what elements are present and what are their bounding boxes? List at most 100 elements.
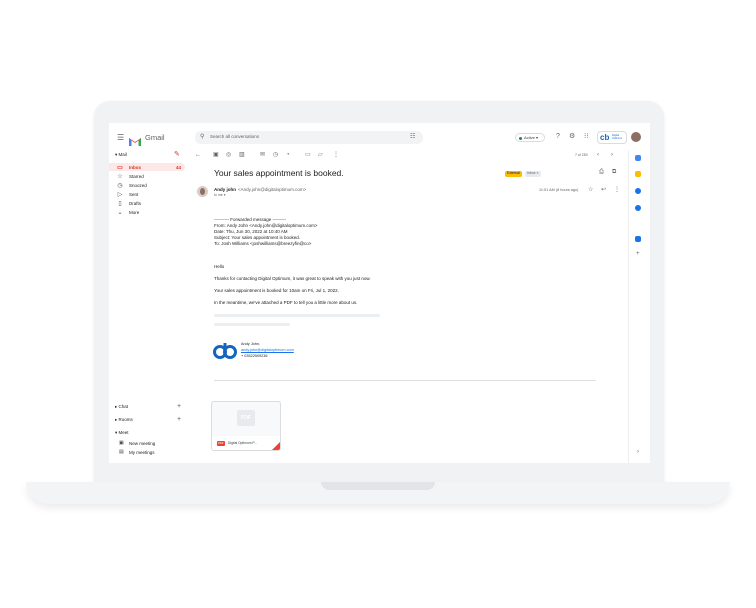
sender-avatar [197, 186, 208, 197]
forwarded-to: To: Josh Williams <joshwilliams@breezyfi… [214, 241, 312, 246]
sidebar-item-label: Drafts [129, 200, 142, 206]
brand-logo: cb Digital Optimum [597, 131, 627, 144]
draft-icon: ▯ [118, 200, 122, 207]
apps-grid-icon[interactable]: ⁝⁝ [584, 133, 588, 140]
sidebar-item-snoozed[interactable]: ◷ Snoozed [109, 181, 185, 189]
divider [214, 380, 596, 381]
email-paragraph: Thanks for contacting Digital Optimum, i… [214, 276, 371, 281]
report-spam-icon[interactable]: ◎ [226, 152, 231, 158]
attachment-card[interactable]: PDF PDF Digital Optimum P... [211, 401, 281, 451]
sidebar-item-sent[interactable]: ▷ Sent [109, 190, 185, 198]
rooms-section-label[interactable]: ▸ Rooms [115, 417, 133, 423]
sidebar-item-label: More [129, 209, 140, 215]
placeholder-line [214, 323, 290, 326]
label-external[interactable]: External [505, 171, 522, 177]
prev-icon[interactable]: ‹ [597, 152, 599, 158]
expand-panel-icon[interactable]: › [637, 449, 639, 455]
star-icon: ☆ [117, 173, 123, 180]
signature-email-link[interactable]: andy.john@digitaloptimum.com [241, 348, 294, 353]
send-icon: ▷ [117, 191, 123, 198]
sidebar-item-starred[interactable]: ☆ Starred [109, 172, 185, 180]
sidebar-item-drafts[interactable]: ▯ Drafts [109, 199, 185, 207]
addon-icon[interactable] [635, 236, 641, 242]
meet-section-label[interactable]: ▾ Meet [115, 430, 129, 436]
sidebar-item-inbox[interactable]: ▭ Inbox 44 [109, 163, 185, 171]
sender-avatar-face [200, 188, 205, 195]
add-chat-icon[interactable]: + [177, 403, 181, 410]
email-body: ---------- Forwarded message --------- F… [214, 217, 318, 247]
sidebar-item-more[interactable]: ⌄ More [109, 208, 185, 216]
chat-section-label[interactable]: ▸ Chat [115, 404, 128, 410]
status-label: Active ▾ [524, 135, 539, 140]
laptop-notch [321, 482, 435, 490]
sidebar-item-label: Starred [129, 173, 144, 179]
attachment-footer: PDF Digital Optimum P... [212, 436, 280, 450]
my-meetings-link[interactable]: My meetings [129, 450, 155, 456]
search-input[interactable]: Search all conversations [210, 134, 259, 140]
pdf-icon: PDF [217, 441, 225, 446]
move-to-icon[interactable]: ▭ [305, 152, 311, 158]
signature-name: Andy John, [241, 342, 260, 346]
star-icon[interactable]: ☆ [588, 187, 593, 193]
chevron-down-icon: ⌄ [117, 209, 123, 216]
add-room-icon[interactable]: + [177, 416, 181, 423]
email-greeting: Hello [214, 264, 225, 269]
help-icon[interactable]: ? [556, 133, 560, 140]
placeholder-line [214, 314, 380, 317]
print-icon[interactable]: ⎙ [599, 169, 604, 175]
main-menu-icon[interactable]: ☰ [117, 134, 124, 142]
recipient-toggle[interactable]: to me ▾ [214, 193, 225, 198]
email-time: 11:51 AM (8 hours ago) [539, 188, 579, 192]
search-options-icon[interactable]: ☷ [410, 134, 415, 140]
snooze-icon[interactable]: ◷ [273, 152, 278, 158]
get-addons-icon[interactable]: + [636, 251, 640, 257]
delete-icon[interactable]: ▥ [239, 152, 245, 158]
label-inbox[interactable]: Inbox × [525, 171, 541, 177]
new-meeting-link[interactable]: New meeting [129, 441, 155, 447]
archive-icon[interactable]: ▣ [213, 152, 219, 158]
signature-logo [213, 343, 237, 359]
reply-icon[interactable]: ↩ [601, 187, 606, 193]
settings-icon[interactable]: ⚙ [569, 133, 575, 140]
inbox-count: 44 [175, 164, 181, 170]
next-icon[interactable]: › [611, 152, 613, 158]
email-subject: Your sales appointment is booked. [214, 168, 344, 178]
brand-name: Digital Optimum [612, 134, 623, 140]
tasks-addon-icon[interactable] [635, 188, 641, 194]
search-bar[interactable]: ⚲ Search all conversations ☷ [195, 131, 423, 144]
right-rail [628, 150, 650, 463]
add-task-icon[interactable]: ◔ [286, 152, 290, 158]
sender-name: Andy john [214, 187, 236, 192]
keep-addon-icon[interactable] [635, 171, 641, 177]
attachment-name[interactable]: Digital Optimum P... [228, 441, 257, 445]
label-icon[interactable]: ▱ [318, 152, 323, 158]
sidebar-item-label: Inbox [129, 164, 141, 170]
pager-text: 7 of 283 [575, 153, 588, 157]
mark-unread-icon[interactable]: ✉ [260, 152, 265, 158]
calendar-addon-icon[interactable] [635, 155, 641, 161]
pdf-thumbnail-icon: PDF [237, 410, 255, 426]
sender-email: <Andy.john@digitaloptimum.com> [238, 187, 307, 192]
brand-logo-icon: cb [600, 133, 610, 142]
video-icon: ▣ [119, 440, 124, 446]
contacts-addon-icon[interactable] [635, 205, 641, 211]
search-icon: ⚲ [200, 134, 205, 140]
compose-icon[interactable]: ✎ [174, 151, 180, 158]
back-icon[interactable]: ← [195, 152, 201, 158]
clock-icon: ◷ [117, 182, 123, 189]
gmail-logo-icon [129, 133, 141, 146]
avatar[interactable] [631, 132, 641, 142]
email-paragraph: In the meantime, we've attached a PDF to… [214, 300, 358, 305]
mail-section-label[interactable]: ▾ Mail [115, 152, 127, 158]
status-chip[interactable]: Active ▾ [515, 133, 545, 142]
open-new-window-icon[interactable]: ⧉ [612, 169, 616, 175]
more-vert-icon[interactable]: ⋮ [333, 152, 339, 158]
more-vert-icon[interactable]: ⋮ [614, 187, 620, 193]
sidebar-item-label: Sent [129, 191, 139, 197]
calendar-icon: ▤ [119, 449, 124, 455]
status-dot [519, 136, 522, 140]
sidebar-item-label: Snoozed [129, 182, 147, 188]
attachment-corner [272, 442, 280, 450]
gmail-window: ☰ Gmail ⚲ Search all conversations ☷ Act… [109, 123, 650, 463]
inbox-icon: ▭ [117, 164, 123, 171]
